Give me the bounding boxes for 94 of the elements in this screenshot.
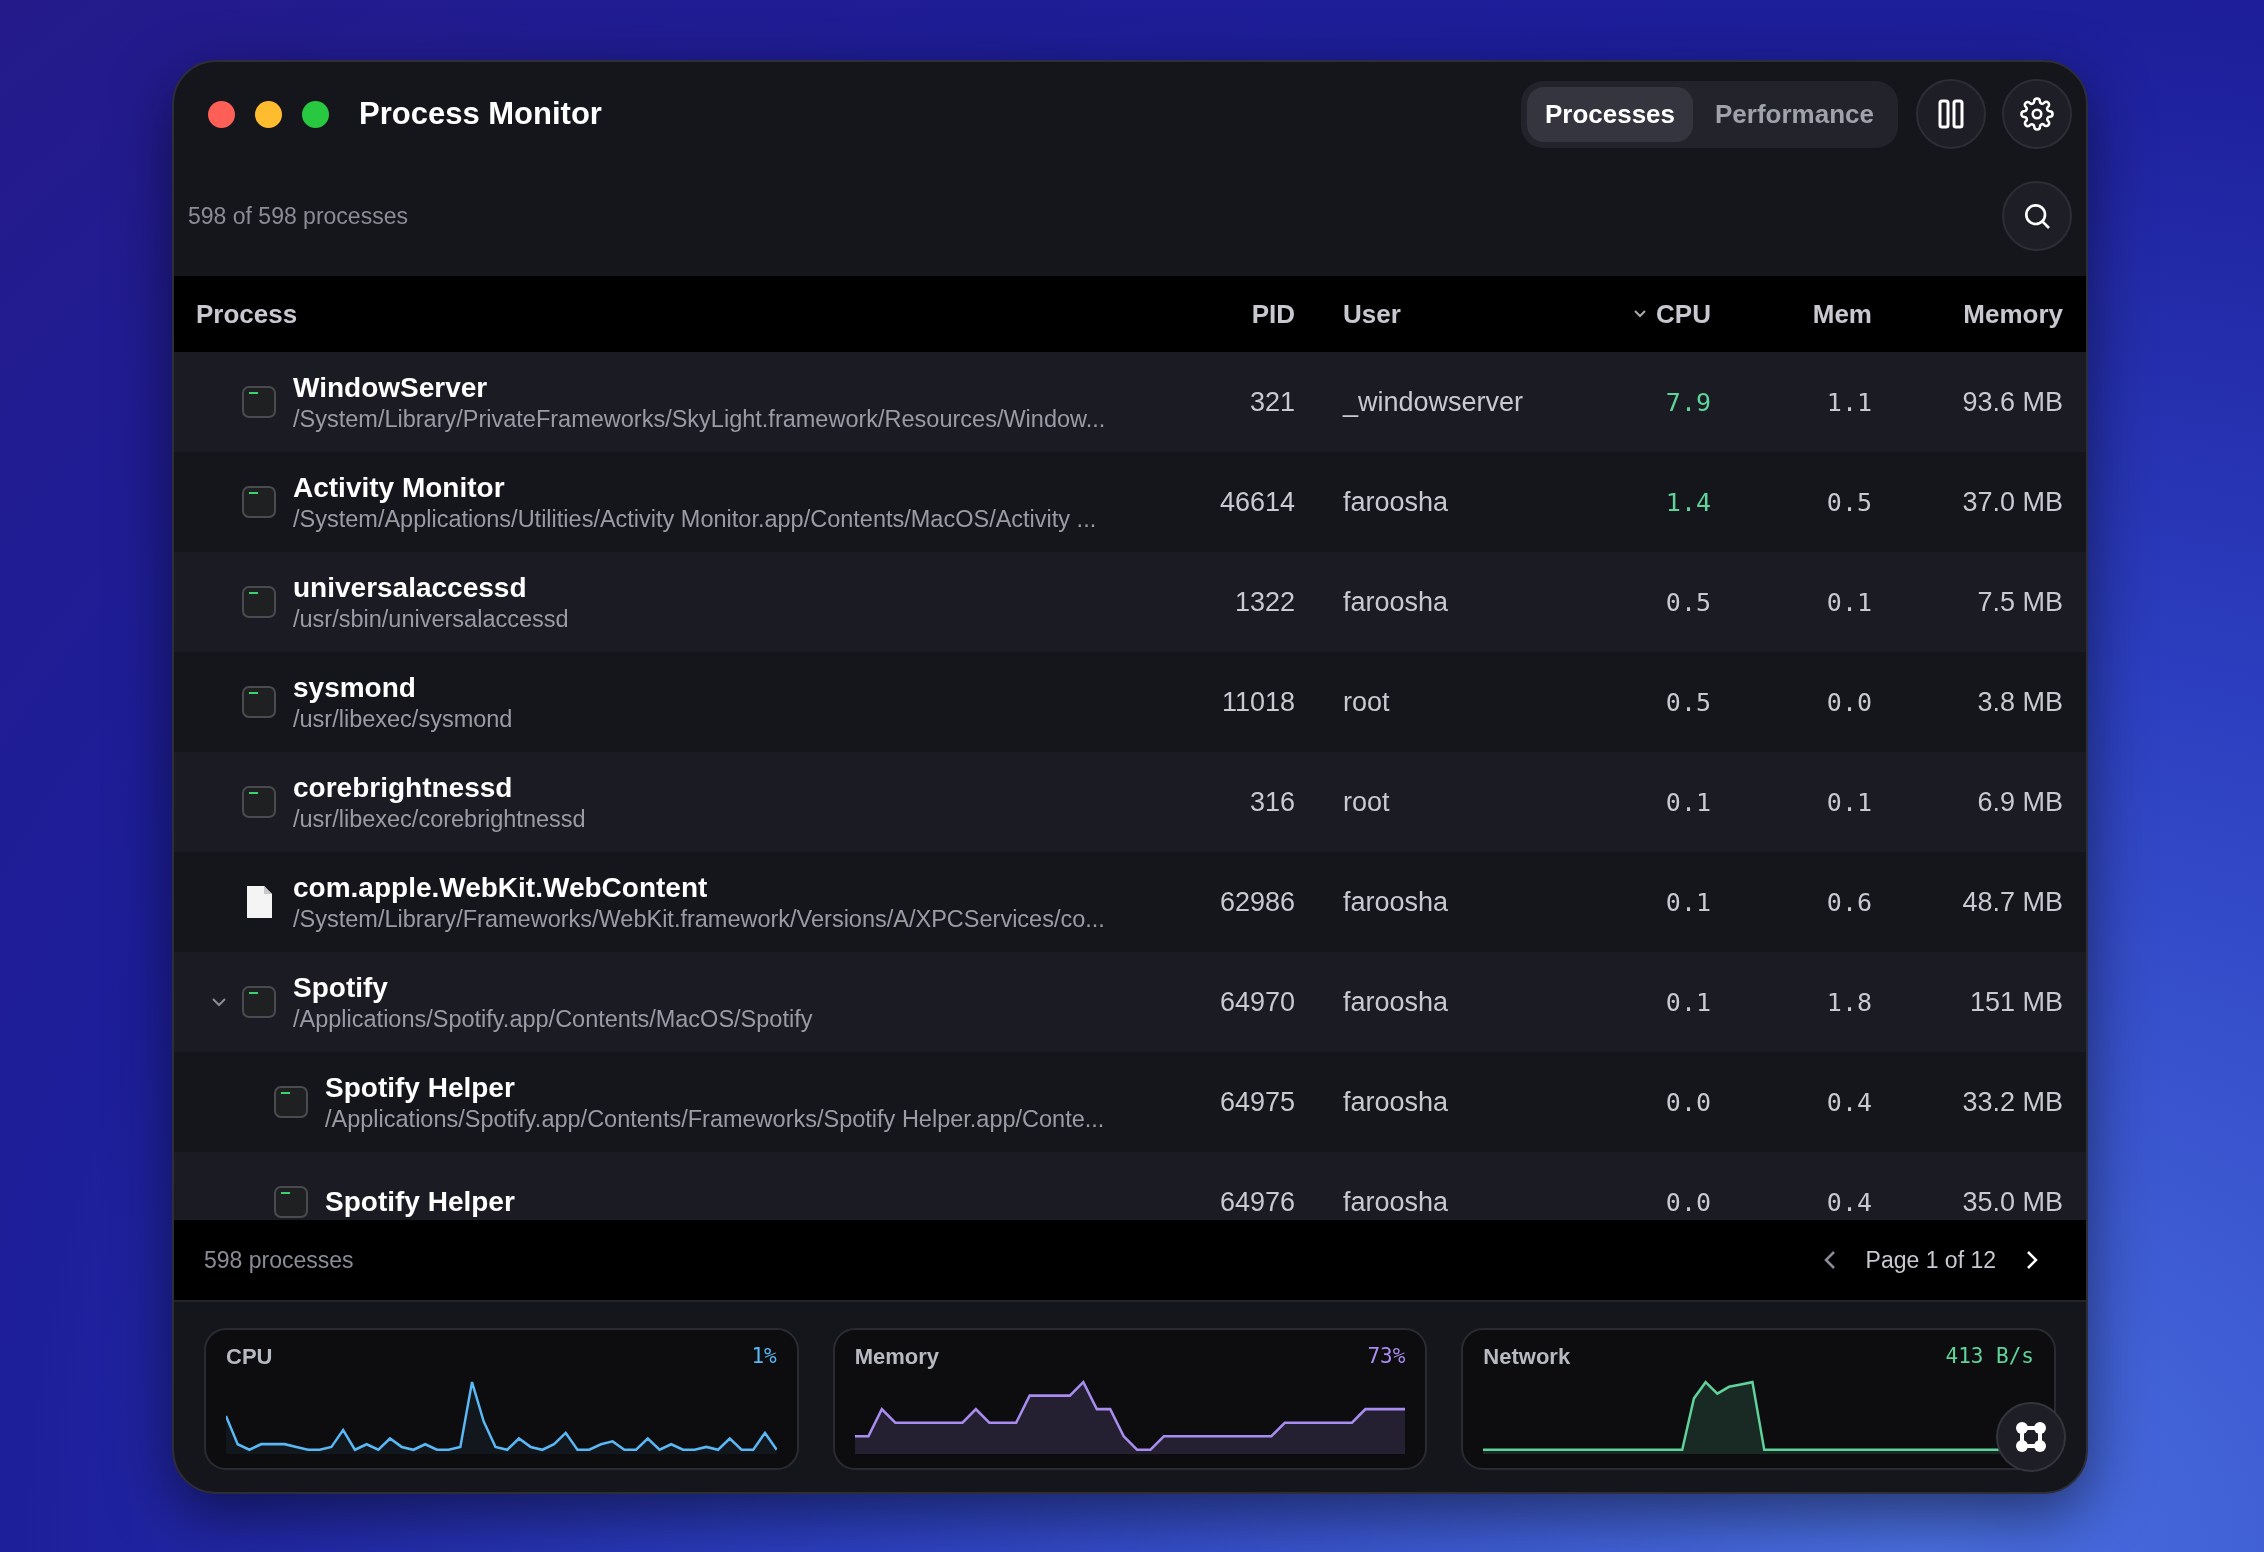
- cpu-cell: 0.1: [1665, 987, 1711, 1017]
- window-control[interactable]: [302, 100, 329, 128]
- process-path: /Applications/Spotify.app/Contents/Frameworks/Spotify Helper.app/Conte...: [325, 1105, 1105, 1133]
- process-path: /usr/libexec/sysmond: [293, 705, 513, 733]
- user-cell-text: faroosha: [1342, 886, 1450, 918]
- user-cell-text: _windowserver: [1341, 386, 1525, 418]
- tab[interactable]: Processes: [1526, 86, 1694, 142]
- cpu-cell: 0.0: [1665, 1187, 1711, 1217]
- memory-cell: 3.8 MB: [1977, 686, 2063, 718]
- mem-cell: 1.1: [1826, 387, 1872, 417]
- memory-cell: 7.5 MB: [1977, 586, 2063, 618]
- mem-cell: 1.8: [1826, 987, 1872, 1017]
- process-path: /Applications/Spotify.app/Contents/MacOS/Spotify: [293, 1005, 813, 1033]
- process-name: Spotify Helper: [325, 1071, 516, 1104]
- tab[interactable]: Performance: [1697, 86, 1892, 142]
- pid-cell: 62986: [1219, 886, 1295, 918]
- column-header[interactable]: CPU: [1656, 298, 1711, 330]
- window-title: Process Monitor: [359, 96, 603, 132]
- memory-cell: 33.2 MB: [1962, 1086, 2063, 1118]
- mem-cell: 0.0: [1826, 687, 1872, 717]
- process-name: WindowServer: [293, 371, 489, 404]
- user-cell-text: faroosha: [1342, 1086, 1450, 1118]
- column-header[interactable]: Mem: [1812, 298, 1872, 330]
- terminal-icon: [242, 386, 276, 418]
- page-indicator: Page 1 of 12: [1865, 1246, 1996, 1274]
- process-name: corebrightnessd: [293, 771, 514, 804]
- process-name: Spotify Helper: [325, 1186, 515, 1218]
- pid-cell: 11018: [1221, 686, 1295, 718]
- window-control[interactable]: [255, 100, 282, 128]
- memory-cell: 6.9 MB: [1977, 786, 2063, 818]
- pid-cell: 316: [1249, 786, 1295, 818]
- process-name: Spotify: [293, 971, 389, 1004]
- process-summary: 598 of 598 processes: [188, 202, 409, 230]
- metric-label: Network: [1483, 1344, 1571, 1370]
- process-path: /usr/sbin/universalaccessd: [293, 605, 569, 633]
- cpu-cell: 0.1: [1665, 787, 1711, 817]
- memory-cell: 151 MB: [1969, 986, 2063, 1018]
- metric-label: Memory: [854, 1344, 940, 1370]
- metric-label: CPU: [226, 1344, 273, 1370]
- process-path: /usr/libexec/corebrightnessd: [293, 805, 586, 833]
- mem-cell: 0.5: [1826, 487, 1872, 517]
- terminal-icon: [242, 786, 276, 818]
- cpu-cell: 7.9: [1665, 387, 1711, 417]
- cpu-cell: 1.4: [1665, 487, 1711, 517]
- user-cell-text: faroosha: [1342, 586, 1450, 618]
- cpu-cell: 0.0: [1665, 1087, 1711, 1117]
- user-cell-text: root: [1342, 686, 1391, 718]
- mem-cell: 0.1: [1826, 587, 1872, 617]
- metric-value: 73%: [1367, 1344, 1406, 1370]
- user-cell-text: root: [1342, 786, 1391, 818]
- process-count: 598 processes: [204, 1246, 355, 1274]
- terminal-icon: [242, 686, 276, 718]
- process-name: Activity Monitor: [293, 471, 506, 504]
- memory-cell: 35.0 MB: [1962, 1186, 2063, 1218]
- mem-cell: 0.6: [1826, 887, 1872, 917]
- pid-cell: 64976: [1219, 1186, 1295, 1218]
- settings-icon: [2020, 97, 2054, 131]
- process-name: universalaccessd: [293, 571, 528, 604]
- memory-cell: 93.6 MB: [1962, 386, 2063, 418]
- pid-cell: 64970: [1219, 986, 1295, 1018]
- column-header[interactable]: User: [1343, 298, 1401, 330]
- pid-cell: 64975: [1219, 1086, 1295, 1118]
- pause-icon: [1938, 99, 1964, 129]
- pid-cell: 321: [1249, 386, 1295, 418]
- user-cell-text: faroosha: [1342, 986, 1450, 1018]
- nodes-icon: [2013, 1419, 2049, 1455]
- metric-value: 413 B/s: [1945, 1344, 2034, 1370]
- terminal-icon: [242, 486, 276, 518]
- cpu-cell: 0.5: [1665, 687, 1711, 717]
- terminal-icon: [274, 1086, 308, 1118]
- memory-cell: 48.7 MB: [1962, 886, 2063, 918]
- process-name: sysmond: [293, 671, 417, 704]
- mem-cell: 0.4: [1826, 1187, 1872, 1217]
- chevron-right-icon: [2024, 1249, 2040, 1271]
- metric-value: 1%: [751, 1344, 777, 1370]
- column-header[interactable]: PID: [1251, 298, 1295, 330]
- column-header[interactable]: Process: [196, 298, 298, 330]
- pid-cell: 46614: [1219, 486, 1295, 518]
- process-name: com.apple.WebKit.WebContent: [293, 871, 709, 904]
- terminal-icon: [242, 986, 276, 1018]
- process-path: /System/Library/Frameworks/WebKit.framework/Versions/A/XPCServices/co...: [293, 905, 1105, 933]
- user-cell-text: faroosha: [1342, 1186, 1450, 1218]
- process-path: /System/Library/PrivateFrameworks/SkyLight.framework/Resources/Window...: [293, 405, 1106, 433]
- cpu-cell: 0.5: [1665, 587, 1711, 617]
- terminal-icon: [242, 586, 276, 618]
- mem-cell: 0.4: [1826, 1087, 1872, 1117]
- memory-cell: 37.0 MB: [1962, 486, 2063, 518]
- user-cell-text: faroosha: [1342, 486, 1450, 518]
- cpu-cell: 0.1: [1665, 887, 1711, 917]
- pid-cell: 1322: [1234, 586, 1295, 618]
- mem-cell: 0.1: [1826, 787, 1872, 817]
- process-path: /System/Applications/Utilities/Activity Monitor.app/Contents/MacOS/Activity ...: [293, 505, 1097, 533]
- window-control[interactable]: [208, 100, 235, 128]
- column-header[interactable]: Memory: [1963, 298, 2063, 330]
